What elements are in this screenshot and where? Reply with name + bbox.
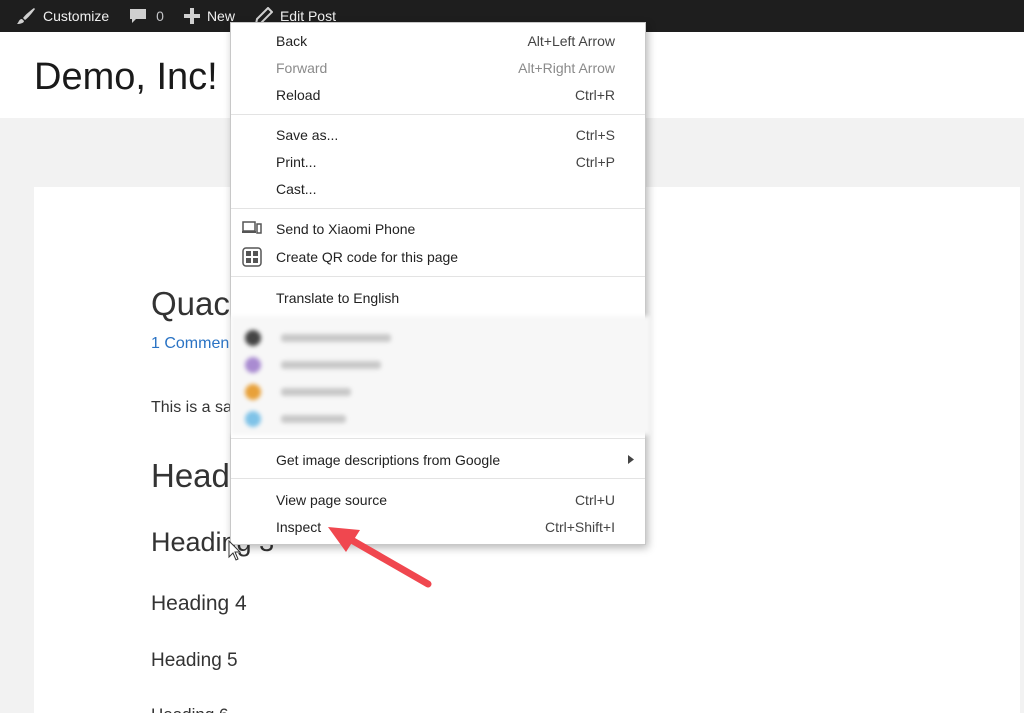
menu-item-shortcut: Ctrl+S — [575, 126, 615, 143]
menu-item-label: Print... — [276, 153, 317, 170]
menu-item-label: Forward — [276, 59, 328, 76]
menu-item-shortcut: Ctrl+U — [574, 491, 615, 508]
context-menu: Back Alt+Left Arrow Forward Alt+Right Ar… — [230, 22, 651, 545]
heading-2: Head — [151, 457, 230, 494]
menu-item-label: Translate to English — [276, 289, 400, 306]
menu-item-translate[interactable]: Translate to English — [231, 284, 645, 311]
comments-count: 0 — [156, 8, 164, 24]
blurred-extension-item[interactable] — [241, 355, 631, 375]
heading-6: Heading 6 — [151, 705, 229, 713]
menu-separator — [231, 208, 645, 209]
extension-icon — [245, 411, 261, 427]
mouse-cursor-icon — [228, 540, 242, 561]
menu-item-image-descriptions[interactable]: Get image descriptions from Google — [231, 446, 645, 473]
heading-4: Heading 4 — [151, 592, 247, 615]
menu-item-label: Save as... — [276, 126, 339, 143]
menu-item-save-as[interactable]: Save as... Ctrl+S — [231, 121, 645, 148]
post-paragraph: This is a sa — [151, 399, 232, 416]
blurred-extension-item[interactable] — [241, 382, 631, 402]
menu-item-reload[interactable]: Reload Ctrl+R — [231, 81, 645, 108]
qr-code-icon — [242, 247, 262, 267]
admin-bar-customize[interactable]: Customize — [0, 0, 119, 32]
menu-item-label: Cast... — [276, 180, 317, 197]
menu-separator — [231, 478, 645, 479]
devices-icon — [242, 221, 262, 234]
comment-bubble-icon — [130, 9, 147, 23]
blurred-extension-item[interactable] — [241, 328, 631, 348]
comments-link[interactable]: 1 Commen — [151, 335, 229, 353]
plus-icon — [183, 8, 200, 24]
post-title: Quac — [151, 285, 230, 322]
menu-item-view-source[interactable]: View page source Ctrl+U — [231, 486, 645, 513]
extension-icon — [245, 357, 261, 373]
menu-item-qr-code[interactable]: Create QR code for this page — [231, 243, 645, 270]
heading-5: Heading 5 — [151, 650, 238, 671]
paintbrush-icon — [17, 8, 35, 24]
menu-item-send-to-phone[interactable]: Send to Xiaomi Phone — [231, 215, 645, 242]
menu-item-shortcut: Ctrl+Shift+I — [544, 518, 615, 535]
menu-item-forward[interactable]: Forward Alt+Right Arrow — [231, 54, 645, 81]
menu-separator — [231, 276, 645, 277]
menu-item-shortcut: Ctrl+R — [574, 86, 615, 103]
menu-separator — [231, 114, 645, 115]
menu-item-shortcut: Alt+Left Arrow — [527, 32, 615, 49]
annotation-arrow-icon — [328, 527, 432, 588]
menu-item-label: Send to Xiaomi Phone — [276, 220, 416, 237]
admin-bar-comments[interactable]: 0 — [119, 0, 174, 32]
menu-item-shortcut: Ctrl+P — [575, 153, 615, 170]
menu-item-label: Reload — [276, 86, 321, 103]
menu-item-label: Back — [276, 32, 308, 49]
menu-item-label: Get image descriptions from Google — [276, 451, 501, 468]
customize-label: Customize — [43, 8, 110, 24]
menu-item-print[interactable]: Print... Ctrl+P — [231, 148, 645, 175]
menu-separator — [231, 438, 645, 439]
submenu-arrow-icon — [628, 455, 634, 464]
menu-item-cast[interactable]: Cast... — [231, 175, 645, 202]
menu-item-label: View page source — [276, 491, 388, 508]
menu-item-label: Create QR code for this page — [276, 248, 459, 265]
menu-item-back[interactable]: Back Alt+Left Arrow — [231, 27, 645, 54]
menu-item-label: Inspect — [276, 518, 322, 535]
extension-icon — [245, 330, 261, 346]
blurred-extension-item[interactable] — [241, 409, 631, 429]
extension-icon — [245, 384, 261, 400]
blurred-extensions — [231, 316, 651, 435]
site-title[interactable]: Demo, Inc! — [34, 56, 218, 99]
menu-item-shortcut: Alt+Right Arrow — [518, 59, 615, 76]
